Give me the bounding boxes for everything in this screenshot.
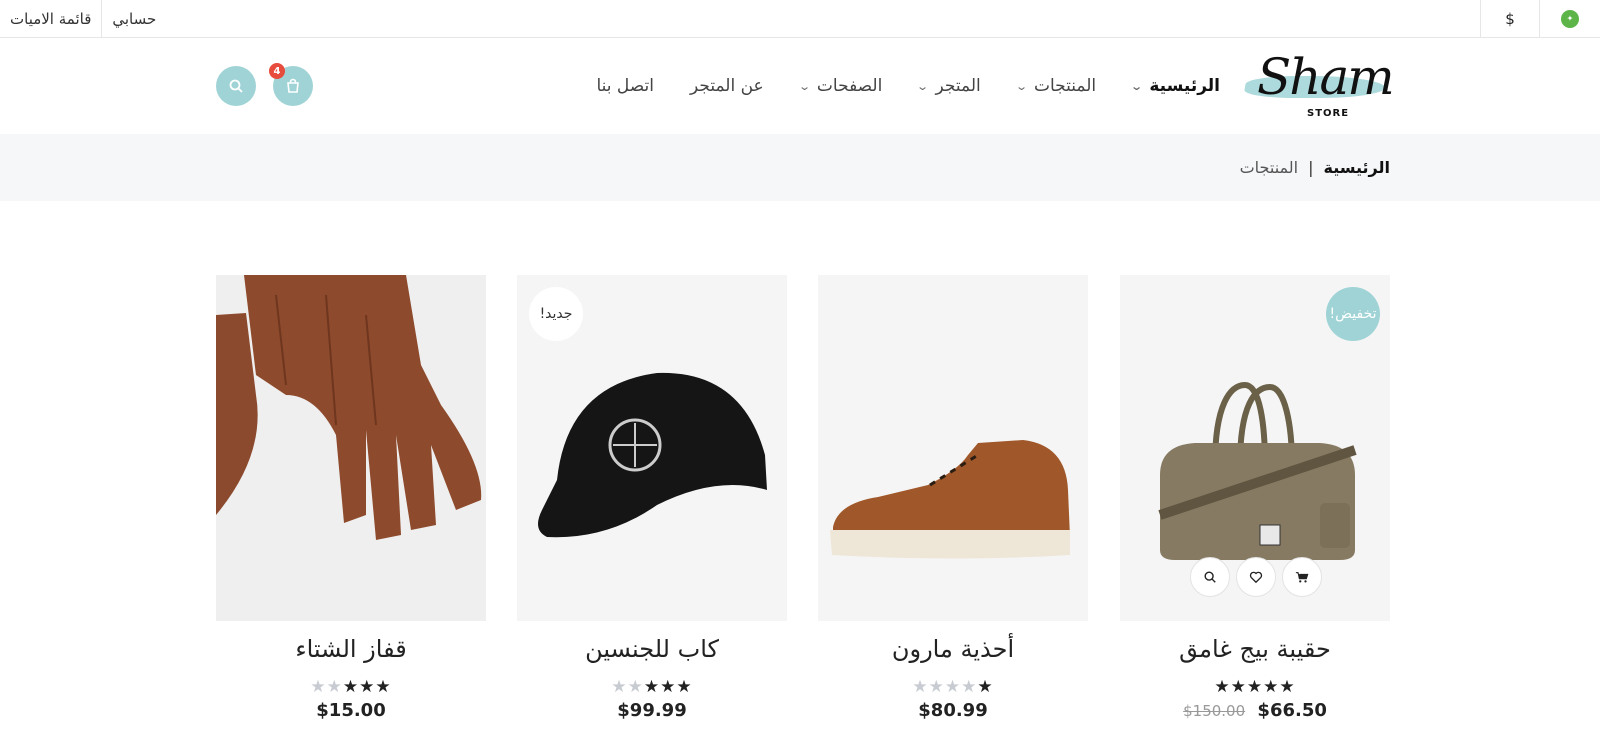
nav-label: الرئيسية: [1149, 76, 1220, 96]
product-card[interactable]: جديد! كاب للجنسين ★★★★★ $99.99: [517, 275, 787, 721]
shopping-bag-icon: [287, 78, 299, 93]
rating-stars: ★★★★★: [611, 677, 693, 697]
logo-subtitle: STORE: [1307, 108, 1350, 119]
product-price: $150.00 $66.50: [1120, 700, 1390, 721]
nav-label: اتصل بنا: [596, 76, 654, 96]
rating-stars: ★★★★★: [310, 677, 392, 697]
top-bar: ✦ $ قائمة الاميات حسابي: [0, 0, 1600, 38]
cart-icon: [1295, 572, 1309, 583]
my-account-link[interactable]: حسابي: [101, 0, 166, 37]
current-price: $80.99: [918, 700, 988, 721]
nav-item-products[interactable]: المنتجات ⌄: [1014, 76, 1097, 96]
breadcrumb-separator: |: [1308, 158, 1314, 177]
add-to-cart-button[interactable]: [1282, 557, 1322, 597]
nav-item-shop[interactable]: المتجر ⌄: [916, 76, 981, 96]
breadcrumb-home[interactable]: الرئيسية: [1324, 158, 1391, 177]
site-logo[interactable]: Sham STORE: [1243, 46, 1395, 126]
heart-icon: [1249, 571, 1263, 584]
quick-view-button[interactable]: [1190, 557, 1230, 597]
site-header: Sham STORE الرئيسية ⌄ المنتجات ⌄ المتجر …: [0, 38, 1600, 134]
product-card[interactable]: أحذية مارون ★★★★★ $80.99: [818, 275, 1088, 721]
product-actions: [1190, 557, 1322, 597]
nav-item-home[interactable]: الرئيسية ⌄: [1130, 76, 1220, 96]
product-price: $99.99: [517, 700, 787, 721]
language-selector[interactable]: ✦: [1540, 0, 1600, 37]
chevron-down-icon: ⌄: [916, 79, 930, 93]
nav-label: الصفحات: [816, 76, 883, 96]
nav-item-pages[interactable]: الصفحات ⌄: [797, 76, 883, 96]
product-card[interactable]: قفاز الشتاء ★★★★★ $15.00: [216, 275, 486, 721]
cart-button[interactable]: 4: [269, 63, 313, 106]
old-price: $150.00: [1183, 702, 1246, 720]
product-name[interactable]: قفاز الشتاء: [216, 635, 486, 663]
product-card[interactable]: تخفيض! حقيبة بيج غامق ★★★★★ $150.00 $66.…: [1120, 275, 1390, 721]
current-price: $99.99: [617, 700, 687, 721]
product-price: $80.99: [818, 700, 1088, 721]
product-name[interactable]: حقيبة بيج غامق: [1120, 635, 1390, 663]
wishlist-link[interactable]: قائمة الاميات: [0, 0, 101, 37]
search-icon: [229, 79, 243, 93]
chevron-down-icon: ⌄: [1130, 79, 1144, 93]
brown-sneaker-image[interactable]: [818, 275, 1088, 621]
wishlist-button[interactable]: [1236, 557, 1276, 597]
rating-stars: ★★★★★: [1214, 677, 1296, 697]
leather-gloves-image[interactable]: [216, 275, 486, 621]
current-price: $15.00: [316, 700, 386, 721]
nav-label: المتجر: [935, 76, 981, 96]
top-links: قائمة الاميات حسابي: [0, 0, 166, 37]
sale-badge: تخفيض!: [1326, 287, 1380, 341]
product-name[interactable]: كاب للجنسين: [517, 635, 787, 663]
current-price: $66.50: [1257, 700, 1327, 721]
search-button[interactable]: [216, 66, 256, 106]
nav-item-about[interactable]: عن المتجر: [690, 76, 764, 96]
nav-item-contact[interactable]: اتصل بنا: [596, 76, 654, 96]
main-nav: الرئيسية ⌄ المنتجات ⌄ المتجر ⌄ الصفحات ⌄…: [560, 38, 1220, 134]
logo-script: Sham: [1257, 48, 1395, 106]
rating-stars: ★★★★★: [912, 677, 994, 697]
nav-label: عن المتجر: [689, 76, 764, 96]
cart-count-badge: 4: [269, 63, 285, 79]
chevron-down-icon: ⌄: [797, 79, 811, 93]
duffel-bag-image[interactable]: تخفيض!: [1120, 275, 1390, 621]
black-cap-image[interactable]: جديد!: [517, 275, 787, 621]
breadcrumb-current: المنتجات: [1239, 158, 1299, 177]
new-badge: جديد!: [529, 287, 583, 341]
breadcrumb: الرئيسية | المنتجات: [0, 134, 1600, 201]
currency-selector[interactable]: $: [1480, 0, 1540, 37]
search-icon: [1204, 571, 1216, 583]
nav-label: المنتجات: [1033, 76, 1097, 96]
flag-icon: ✦: [1561, 9, 1579, 28]
chevron-down-icon: ⌄: [1014, 79, 1028, 93]
product-price: $15.00: [216, 700, 486, 721]
product-name[interactable]: أحذية مارون: [818, 635, 1088, 663]
